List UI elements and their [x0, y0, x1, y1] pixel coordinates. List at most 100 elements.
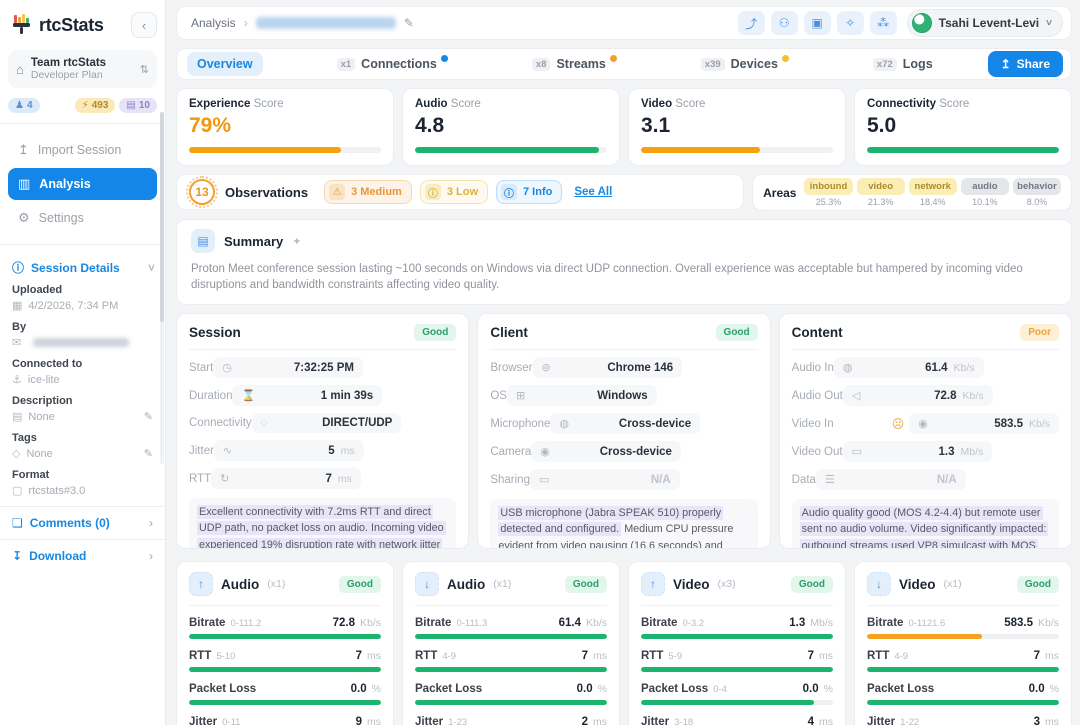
- session-detail-field: Description ▤ None ✎: [12, 395, 153, 423]
- area-item: audio 10.1%: [961, 178, 1009, 207]
- scrollbar-thumb[interactable]: [160, 112, 164, 322]
- info-row-valuebox: ▭ 1.3 Mb/s: [843, 441, 993, 462]
- stream-title: Video: [899, 577, 936, 592]
- info-row-label: Connectivity: [189, 417, 252, 429]
- field-icon: ▢: [12, 484, 22, 497]
- info-row-valuebox: ⊞ Windows: [507, 385, 657, 406]
- sidebar-scrollbar[interactable]: [160, 112, 164, 464]
- info-row-valuebox: ◌ DIRECT/UDP: [252, 413, 402, 433]
- area-percentage: 18.4%: [909, 197, 957, 207]
- metric-unit: ms: [593, 650, 607, 662]
- areas-title: Areas: [763, 186, 796, 200]
- tab[interactable]: x72 Logs: [863, 52, 943, 76]
- metric-progress-bar: [641, 667, 833, 672]
- info-row-icon: ▭: [852, 445, 862, 458]
- rtcstats-logo-icon: [10, 13, 32, 38]
- field-value: ice-lite: [28, 374, 60, 386]
- info-row-value: 72.8: [934, 390, 956, 402]
- timeline-chart-icon[interactable]: ⤴: [738, 11, 765, 35]
- severity-icon: ⓘ: [425, 184, 441, 200]
- sidebar-download-link[interactable]: ↧ Download ›: [0, 539, 165, 572]
- team-switch-icon: ⇅: [140, 63, 149, 76]
- metric-row: Jitter 0-11 9 ms: [189, 716, 381, 725]
- score-progress-bar: [641, 147, 833, 153]
- metric-row: Bitrate 0-1121.6 583.5 Kb/s: [867, 617, 1059, 639]
- metric-progress-bar: [189, 634, 381, 639]
- metric-range: 5-10: [216, 651, 235, 662]
- breadcrumb-analysis[interactable]: Analysis: [191, 16, 236, 30]
- chevron-right-icon: ›: [149, 516, 153, 530]
- info-row: Audio In ☹ ◍ 61.4 Kb/s: [792, 357, 1059, 378]
- app-window-icon[interactable]: ▣: [804, 11, 831, 35]
- metric-value: 0.0: [577, 683, 593, 695]
- rename-pencil-icon[interactable]: ✎: [404, 16, 414, 30]
- edit-pencil-icon[interactable]: ✎: [144, 410, 153, 423]
- metric-unit: ms: [819, 716, 833, 725]
- sidebar-nav-item[interactable]: ▥ Analysis: [8, 168, 157, 200]
- info-row-icon: ↻: [220, 472, 229, 485]
- stream-metrics-card: ↑ Audio (x1) Good Bitrate 0-111.2 72.8 K…: [176, 561, 394, 725]
- sidebar-nav-item[interactable]: ⚙ Settings: [8, 202, 157, 234]
- tab[interactable]: Overview: [187, 52, 263, 76]
- tab-label: Streams: [556, 57, 605, 71]
- info-card: Client Good Browser ☹ ⊚ Chrome 146 OS ☹ …: [477, 313, 770, 549]
- area-chip[interactable]: video: [857, 178, 905, 195]
- user-menu[interactable]: Tsahi Levent-Levi ˅: [907, 9, 1063, 37]
- metric-progress-bar: [189, 667, 381, 672]
- share-icon: ↥: [1001, 57, 1011, 71]
- area-chip[interactable]: network: [909, 178, 957, 195]
- nav-item-label: Import Session: [38, 143, 121, 157]
- summary-text: Proton Meet conference session lasting ~…: [191, 261, 1057, 293]
- score-progress-bar: [415, 147, 607, 153]
- tab-count-chip: x39: [701, 58, 725, 71]
- observation-severity-chip[interactable]: ⚠ 3 Medium: [324, 180, 412, 204]
- chevron-right-icon: ›: [149, 549, 153, 563]
- observation-severity-chip[interactable]: ⓘ 7 Info: [496, 180, 562, 204]
- metric-unit: ms: [593, 716, 607, 725]
- magic-wand-icon[interactable]: ✧: [837, 11, 864, 35]
- download-icon: ↧: [12, 549, 22, 563]
- metric-label: Bitrate: [641, 617, 677, 629]
- info-icon: ⓘ: [12, 259, 24, 276]
- metric-value: 2: [582, 716, 588, 725]
- avatar: [912, 13, 932, 33]
- sidebar-nav-item[interactable]: ↥ Import Session: [8, 134, 157, 166]
- tab[interactable]: x39 Devices: [691, 52, 799, 76]
- breadcrumb-separator: ›: [244, 16, 248, 30]
- field-label: Uploaded: [12, 284, 153, 296]
- share-button[interactable]: ↥ Share: [988, 51, 1063, 77]
- stream-count: (x1): [267, 578, 285, 590]
- edit-pencil-icon[interactable]: ✎: [144, 447, 153, 460]
- area-chip[interactable]: inbound: [804, 178, 852, 195]
- metric-value: 583.5: [1004, 617, 1033, 629]
- sad-face-warning-icon: ☹: [892, 417, 910, 431]
- info-row-valuebox: ◍ Cross-device: [550, 413, 700, 434]
- graph-nodes-icon[interactable]: ⁂: [870, 11, 897, 35]
- score-card: Audio Score 4.8: [402, 88, 620, 166]
- area-chip[interactable]: behavior: [1013, 178, 1061, 195]
- observations-count-badge: 13: [189, 179, 215, 205]
- metric-value: 7: [582, 650, 588, 662]
- sidebar-stat-badge: ⚡ 493: [75, 98, 116, 113]
- area-chip[interactable]: audio: [961, 178, 1009, 195]
- sidebar-collapse-button[interactable]: ‹: [131, 12, 157, 38]
- metric-range: 5-9: [668, 651, 682, 662]
- session-details-header[interactable]: ⓘ Session Details ˅: [0, 245, 165, 284]
- observation-severity-chip[interactable]: ⓘ 3 Low: [420, 180, 488, 204]
- team-switcher[interactable]: ⌂ Team rtcStats Developer Plan ⇅: [8, 50, 157, 88]
- field-label: Connected to: [12, 358, 153, 370]
- sidebar-comments-link[interactable]: ❏ Comments (0) ›: [0, 506, 165, 539]
- nav-item-label: Analysis: [39, 177, 90, 191]
- tab[interactable]: x1 Connections: [327, 52, 458, 76]
- see-all-link[interactable]: See All: [574, 186, 612, 198]
- redacted-value: [33, 338, 129, 347]
- tab[interactable]: x8 Streams: [522, 52, 627, 76]
- info-row-icon: ▭: [539, 473, 549, 486]
- metric-unit: %: [1050, 683, 1059, 695]
- info-card-title: Content: [792, 325, 843, 340]
- info-row: Start ☹ ◷ 7:32:25 PM: [189, 357, 456, 378]
- share-access-icon[interactable]: ⚇: [771, 11, 798, 35]
- info-row-icon: ∿: [223, 444, 232, 457]
- comments-label: Comments (0): [30, 516, 110, 530]
- summary-title: Summary: [224, 234, 283, 249]
